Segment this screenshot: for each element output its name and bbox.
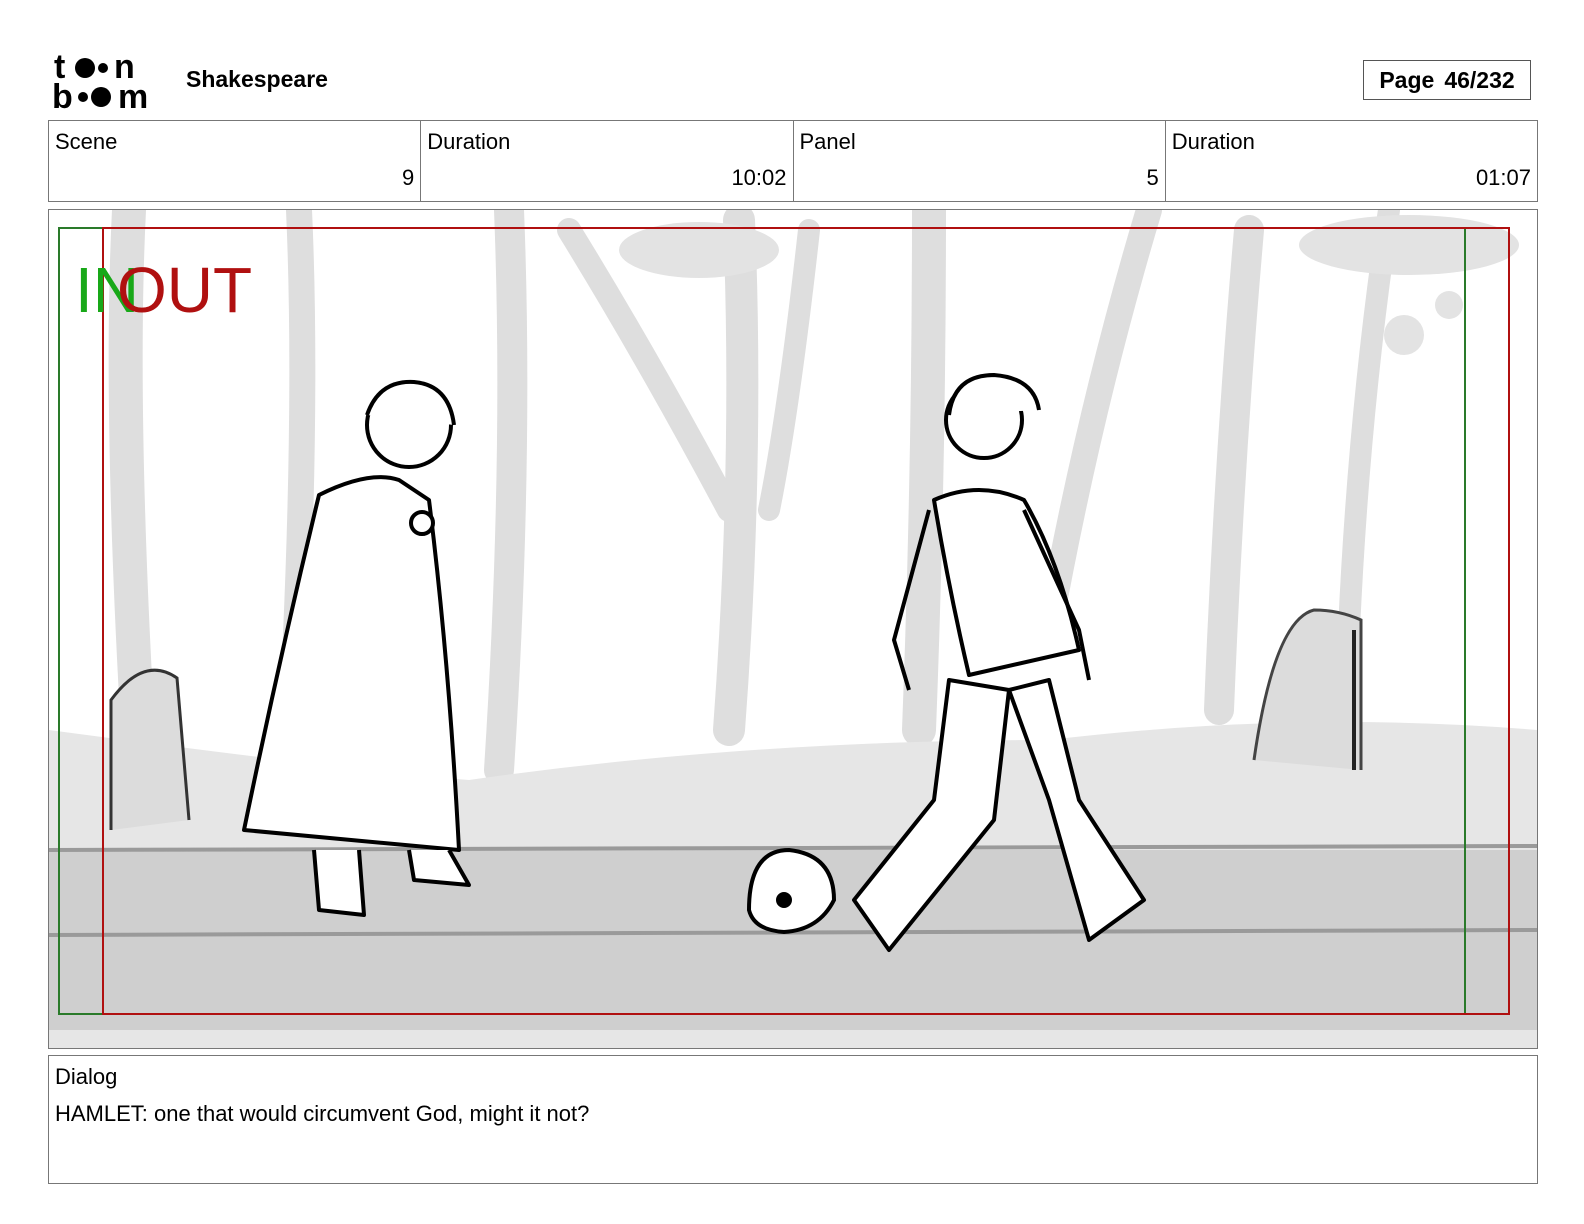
panel-duration-value: 01:07	[1475, 165, 1531, 190]
scene-duration-label: Duration	[427, 129, 511, 154]
page-label: Page	[1379, 66, 1435, 93]
scene-duration-value: 10:02	[731, 165, 787, 190]
panel-duration-label: Duration	[1171, 129, 1255, 154]
scene-value: 9	[402, 165, 415, 190]
dialog-text: HAMLET: one that would circumvent God, m…	[55, 1101, 590, 1126]
dialog-label: Dialog	[55, 1064, 118, 1089]
out-marker: OUT	[117, 254, 252, 326]
scene-label: Scene	[55, 129, 118, 154]
panel-duration-cell: Duration 01:07	[1166, 121, 1537, 201]
panel-cell: Panel 5	[794, 121, 1166, 201]
toonboom-logo: t n b m	[50, 48, 165, 116]
panel-value: 5	[1146, 165, 1159, 190]
panel-label: Panel	[799, 129, 856, 154]
project-title: Shakespeare	[186, 66, 328, 92]
storyboard-drawing: IN OUT	[49, 210, 1537, 1048]
storyboard-panel: IN OUT	[48, 209, 1538, 1049]
scene-cell: Scene 9	[49, 121, 422, 201]
panel-info-row: Scene 9 Duration 10:02 Panel 5 Duration …	[48, 120, 1538, 202]
svg-text:b: b	[52, 78, 73, 112]
scene-duration-cell: Duration 10:02	[421, 121, 794, 201]
svg-text:m: m	[118, 78, 148, 112]
dialog-box: Dialog HAMLET: one that would circumvent…	[48, 1055, 1538, 1184]
page-indicator: Page 46/232	[1363, 60, 1531, 100]
page-value: 46/232	[1444, 66, 1515, 93]
